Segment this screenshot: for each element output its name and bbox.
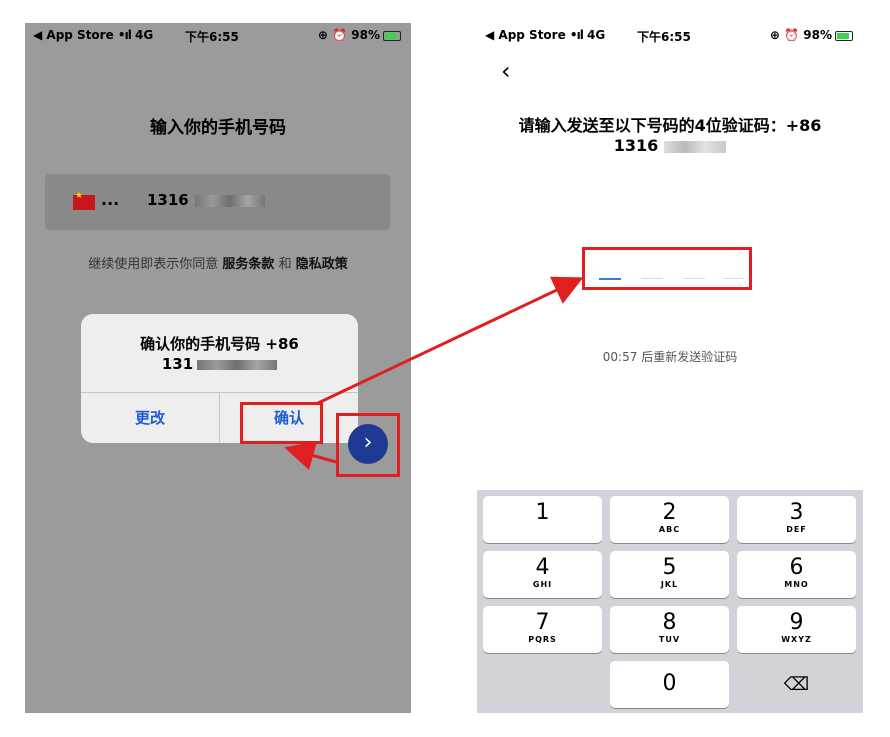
redacted-number	[664, 140, 727, 153]
key-7[interactable]: 7 PQRS	[483, 606, 602, 653]
key-6[interactable]: 6 MNO	[737, 551, 856, 598]
back-chevron-icon[interactable]: ‹	[501, 57, 511, 85]
status-time: 下午6:55	[185, 30, 239, 44]
resend-countdown: 00:57 后重新发送验证码	[602, 350, 738, 364]
key-2[interactable]: 2 ABC	[610, 496, 729, 543]
redacted-number	[197, 359, 278, 370]
key-3[interactable]: 3 DEF	[737, 496, 856, 543]
verification-title: 请输入发送至以下号码的4位验证码：+86 1316	[518, 116, 822, 155]
confirm-highlight-box	[240, 402, 323, 444]
key-4[interactable]: 4 GHI	[483, 551, 602, 598]
key-8[interactable]: 8 TUV	[610, 606, 729, 653]
code-highlight-box	[582, 247, 752, 290]
battery-icon	[835, 30, 853, 41]
alert-title: 确认你的手机号码 +86 131	[140, 335, 299, 373]
status-time: 下午6:55	[637, 30, 691, 44]
key-0[interactable]: 0	[610, 661, 729, 708]
backspace-icon: ⌫	[783, 674, 810, 695]
phone-screen-right: ◀ App Store •ıl 4G 下午6:55 ⊕ ⏰ 98% ‹ 请输入发…	[477, 23, 863, 713]
key-1[interactable]: 1	[483, 496, 602, 543]
numeric-keypad: 1 2 ABC 3 DEF 4 GHI 5 JKL 6 MNO 7 PQRS 8 TUV 9W…	[477, 490, 863, 713]
page-title: 输入你的手机号码	[150, 118, 286, 138]
status-icons: ⊕ ⏰	[317, 28, 348, 42]
battery-percent: 98%	[351, 28, 380, 42]
signal-icon: •ıl	[117, 28, 132, 42]
status-icons: ⊕ ⏰	[769, 28, 800, 42]
battery-icon	[383, 30, 401, 41]
phone-number-field[interactable]: ... 1316	[45, 174, 390, 230]
terms-link[interactable]: 服务条款	[222, 257, 274, 272]
china-flag-icon[interactable]	[73, 191, 95, 210]
key-9[interactable]: 9 WXYZ	[737, 606, 856, 653]
status-bar: ◀ App Store •ıl 4G 下午6:55 ⊕ ⏰ 98%	[25, 28, 411, 46]
key-5[interactable]: 5 JKL	[610, 551, 729, 598]
network-label: 4G	[135, 28, 154, 42]
app-store-back-link[interactable]: ◀ App Store	[33, 28, 114, 42]
phone-screen-left: ◀ App Store •ıl 4G 下午6:55 ⊕ ⏰ 98% 输入你的手机…	[25, 23, 411, 713]
change-button[interactable]: 更改	[81, 393, 219, 443]
signal-icon: •ıl	[569, 28, 584, 42]
redacted-number	[194, 194, 265, 207]
phone-number-text: 1316	[147, 191, 189, 209]
battery-percent: 98%	[803, 28, 832, 42]
terms-text: 继续使用即表示你同意 服务条款 和 隐私政策	[88, 257, 348, 272]
backspace-key[interactable]: ⌫	[737, 661, 856, 708]
network-label: 4G	[587, 28, 606, 42]
status-bar: ◀ App Store •ıl 4G 下午6:55 ⊕ ⏰ 98%	[477, 28, 863, 46]
app-store-back-link[interactable]: ◀ App Store	[485, 28, 566, 42]
privacy-link[interactable]: 隐私政策	[296, 257, 348, 272]
country-selector-dots[interactable]: ...	[101, 190, 119, 209]
next-highlight-box	[336, 413, 400, 477]
